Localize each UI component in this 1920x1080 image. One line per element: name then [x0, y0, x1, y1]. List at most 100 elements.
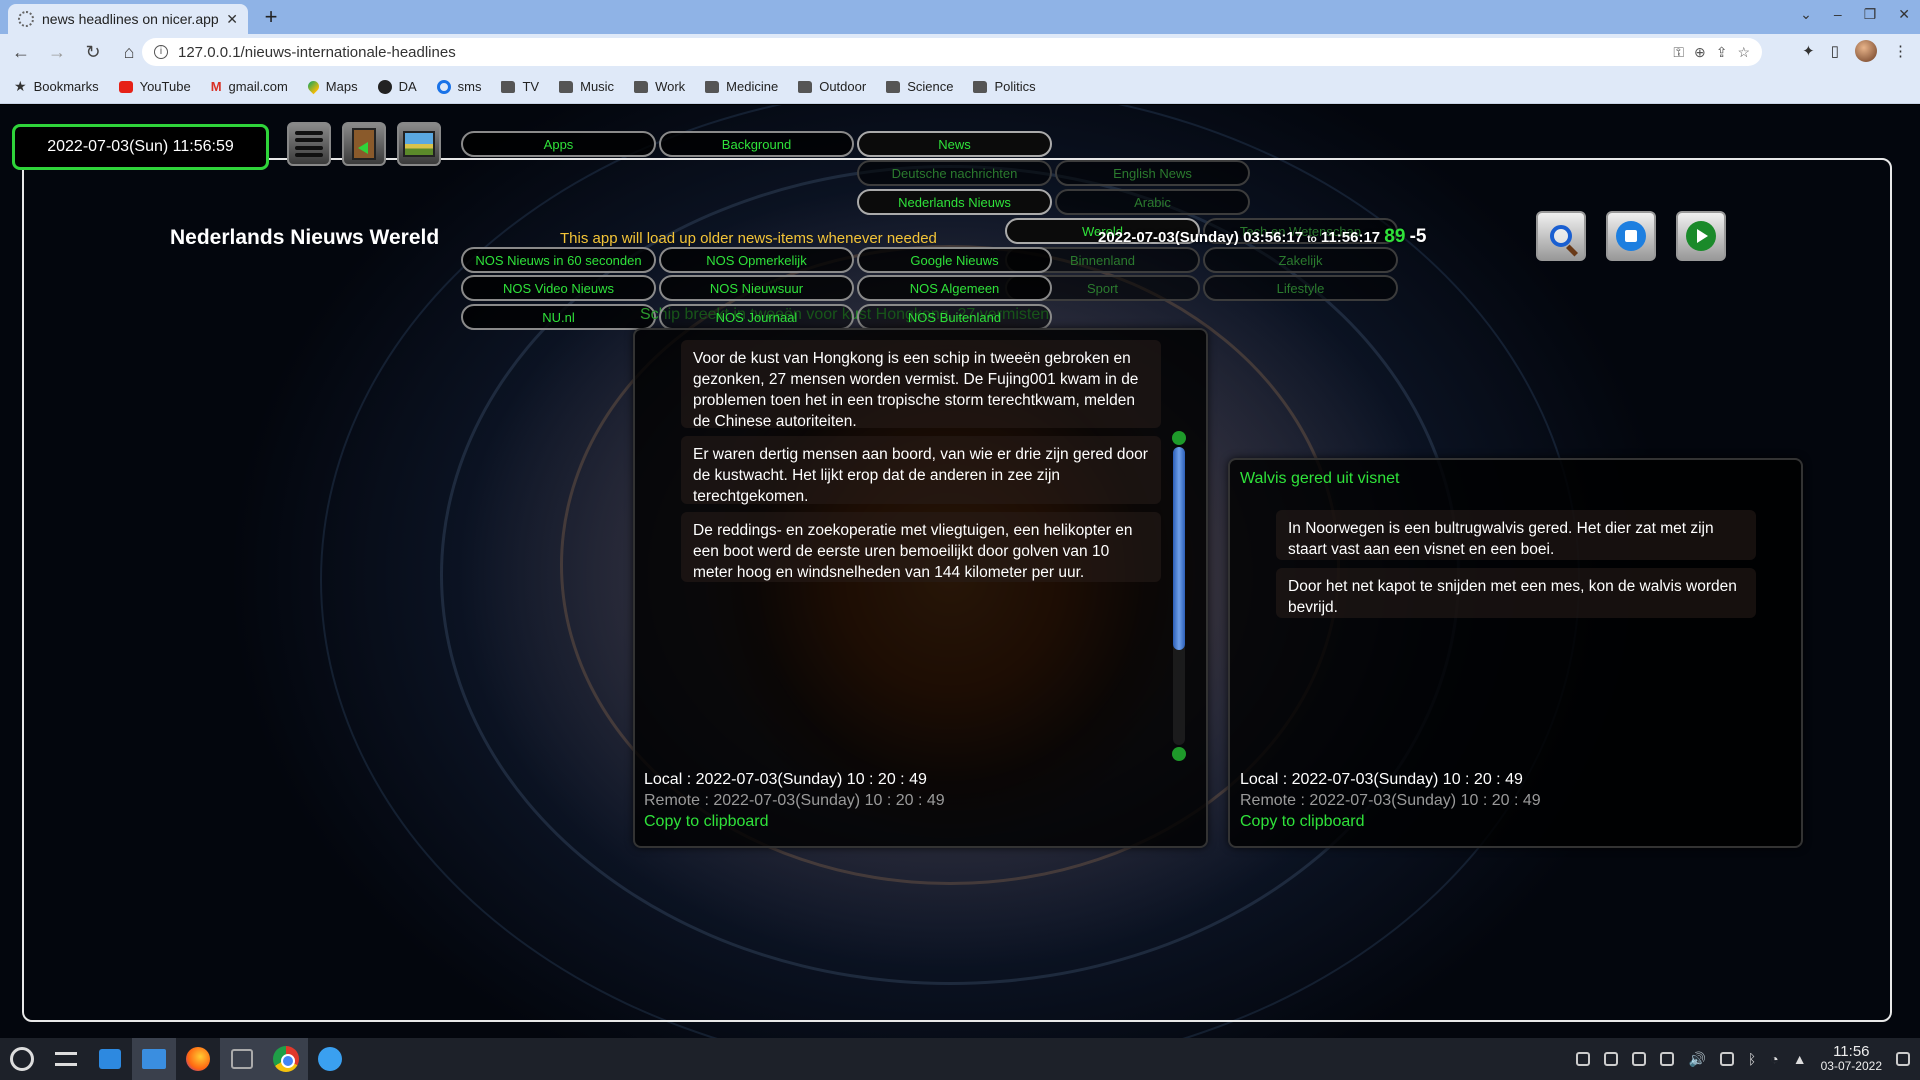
- submenu-arabic[interactable]: Arabic: [1055, 189, 1250, 215]
- feed-nos-video-nieuws[interactable]: NOS Video Nieuws: [461, 275, 656, 301]
- folder-icon: [705, 80, 720, 93]
- bookmark-sms[interactable]: sms: [436, 79, 481, 94]
- exit-button[interactable]: [342, 122, 386, 166]
- wifi-icon[interactable]: ◔: [1770, 1051, 1778, 1067]
- feed-nos-nieuws-in-60-seconden[interactable]: NOS Nieuws in 60 seconden: [461, 247, 656, 273]
- clipboard-icon[interactable]: [1632, 1052, 1647, 1066]
- scroll-thumb[interactable]: [1173, 447, 1185, 650]
- home-button[interactable]: ⌂: [114, 37, 144, 67]
- feed-nos-buitenland[interactable]: NOS Buitenland: [857, 304, 1052, 330]
- bookmark-folder-politics[interactable]: Politics: [973, 79, 1036, 94]
- article-scrollbar[interactable]: [1172, 431, 1186, 761]
- updates-icon[interactable]: [1604, 1052, 1619, 1066]
- bookmark-folder-science[interactable]: Science: [886, 79, 953, 94]
- folder-icon: [559, 80, 574, 93]
- battery-icon[interactable]: [1719, 1052, 1734, 1066]
- bookmark-folder-outdoor[interactable]: Outdoor: [798, 79, 866, 94]
- address-bar[interactable]: i 127.0.0.1/nieuws-internationale-headli…: [142, 38, 1762, 66]
- bookmark-star-icon[interactable]: ☆: [1737, 44, 1750, 61]
- tray-expand-icon[interactable]: ▲: [1793, 1051, 1807, 1067]
- restore-button[interactable]: ❐: [1864, 6, 1877, 23]
- copy-to-clipboard-link[interactable]: Copy to clipboard: [1240, 813, 1365, 831]
- article-paragraph: Door het net kapot te snijden met een me…: [1276, 568, 1756, 618]
- article-title[interactable]: Walvis gered uit visnet: [1240, 470, 1399, 488]
- side-panel-icon[interactable]: ▯: [1831, 42, 1839, 60]
- search-button[interactable]: [1536, 211, 1586, 261]
- url-text: 127.0.0.1/nieuws-internationale-headline…: [178, 43, 456, 61]
- minimize-button[interactable]: –: [1834, 6, 1842, 23]
- bookmark-maps[interactable]: Maps: [305, 78, 358, 95]
- forward-button[interactable]: →: [42, 37, 72, 67]
- bookmark-folder-work[interactable]: Work: [634, 79, 685, 94]
- bookmark-youtube[interactable]: YouTube: [118, 79, 191, 94]
- date-time-display: 2022-07-03(Sun) 11:56:59: [12, 124, 269, 170]
- reload-button[interactable]: ↻: [78, 37, 108, 67]
- bookmark-gmail[interactable]: Mgmail.com: [211, 79, 288, 94]
- menu-item-apps[interactable]: Apps: [461, 131, 656, 157]
- browser-menu-icon[interactable]: ⋮: [1893, 42, 1908, 60]
- play-button[interactable]: [1676, 211, 1726, 261]
- category-lifestyle[interactable]: Lifestyle: [1203, 275, 1398, 301]
- firefox-icon: [186, 1047, 210, 1071]
- back-button[interactable]: ←: [6, 37, 36, 67]
- taskbar: 🔊 ᛒ ◔ ▲ 11:56 03-07-2022: [0, 1038, 1920, 1080]
- bluetooth-icon[interactable]: ᛒ: [1748, 1051, 1756, 1067]
- profile-avatar[interactable]: [1855, 40, 1877, 62]
- bookmark-folder-medicine[interactable]: Medicine: [705, 79, 778, 94]
- close-window-button[interactable]: ✕: [1898, 6, 1910, 23]
- settings-icon: [55, 1052, 77, 1066]
- system-settings-button[interactable]: [44, 1038, 88, 1080]
- terminal-button[interactable]: [220, 1038, 264, 1080]
- menu-item-background[interactable]: Background: [659, 131, 854, 157]
- bookmark-da[interactable]: DA: [377, 79, 417, 94]
- thunderbird-button[interactable]: [308, 1038, 352, 1080]
- feed-nos-opmerkelijk[interactable]: NOS Opmerkelijk: [659, 247, 854, 273]
- feed-google-nieuws[interactable]: Google Nieuws: [857, 247, 1052, 273]
- feed-nos-algemeen[interactable]: NOS Algemeen: [857, 275, 1052, 301]
- feed-nos-nieuwsuur[interactable]: NOS Nieuwsuur: [659, 275, 854, 301]
- background-picture-button[interactable]: [397, 122, 441, 166]
- file-manager-button[interactable]: [132, 1038, 176, 1080]
- discover-store-button[interactable]: [88, 1038, 132, 1080]
- submenu-deutsche-nachrichten[interactable]: Deutsche nachrichten: [857, 160, 1052, 186]
- system-clock[interactable]: 11:56 03-07-2022: [1821, 1044, 1882, 1073]
- tab-search-icon[interactable]: ⌄: [1800, 6, 1812, 23]
- stop-button[interactable]: [1606, 211, 1656, 261]
- store-icon: [99, 1049, 121, 1069]
- chrome-button[interactable]: [264, 1038, 308, 1080]
- play-icon: [1686, 221, 1716, 251]
- copy-to-clipboard-link[interactable]: Copy to clipboard: [644, 813, 769, 831]
- bookmark-bookmarks[interactable]: ★ Bookmarks: [14, 78, 99, 95]
- submenu-english-news[interactable]: English News: [1055, 160, 1250, 186]
- feed-nu-nl[interactable]: NU.nl: [461, 304, 656, 330]
- submenu-nederlands-nieuws[interactable]: Nederlands Nieuws: [857, 189, 1052, 215]
- star-icon: ★: [14, 78, 27, 94]
- menu-item-news[interactable]: News: [857, 131, 1052, 157]
- scroll-down-arrow-icon[interactable]: [1172, 747, 1186, 761]
- notifications-icon[interactable]: [1576, 1052, 1591, 1066]
- firefox-button[interactable]: [176, 1038, 220, 1080]
- category-zakelijk[interactable]: Zakelijk: [1203, 247, 1398, 273]
- extensions-icon[interactable]: ✦: [1802, 42, 1815, 60]
- volume-icon[interactable]: 🔊: [1688, 1051, 1705, 1068]
- app-title: Nederlands Nieuws Wereld: [170, 226, 440, 249]
- close-tab-icon[interactable]: ✕: [226, 11, 238, 28]
- system-tray: 🔊 ᛒ ◔ ▲ 11:56 03-07-2022: [1576, 1038, 1910, 1080]
- new-tab-button[interactable]: +: [258, 4, 284, 30]
- tab-favicon-icon: [18, 11, 34, 27]
- scroll-track[interactable]: [1173, 447, 1185, 745]
- menu-button[interactable]: [287, 122, 331, 166]
- screenshot-icon[interactable]: [1660, 1052, 1675, 1066]
- share-icon[interactable]: ⇪: [1716, 44, 1728, 61]
- zoom-icon[interactable]: ⊕: [1694, 44, 1706, 61]
- browser-tab[interactable]: news headlines on nicer.app ✕: [8, 4, 248, 34]
- scroll-up-arrow-icon[interactable]: [1172, 431, 1186, 445]
- show-desktop-icon[interactable]: [1896, 1052, 1910, 1066]
- key-icon[interactable]: ⚿: [1673, 44, 1684, 61]
- start-menu-button[interactable]: [0, 1038, 44, 1080]
- bookmark-folder-music[interactable]: Music: [559, 79, 614, 94]
- feed-nos-journaal[interactable]: NOS Journaal: [659, 304, 854, 330]
- local-timestamp: Local : 2022-07-03(Sunday) 10 : 20 : 49: [1240, 771, 1523, 788]
- site-info-icon[interactable]: i: [154, 45, 168, 59]
- bookmark-folder-tv[interactable]: TV: [501, 79, 539, 94]
